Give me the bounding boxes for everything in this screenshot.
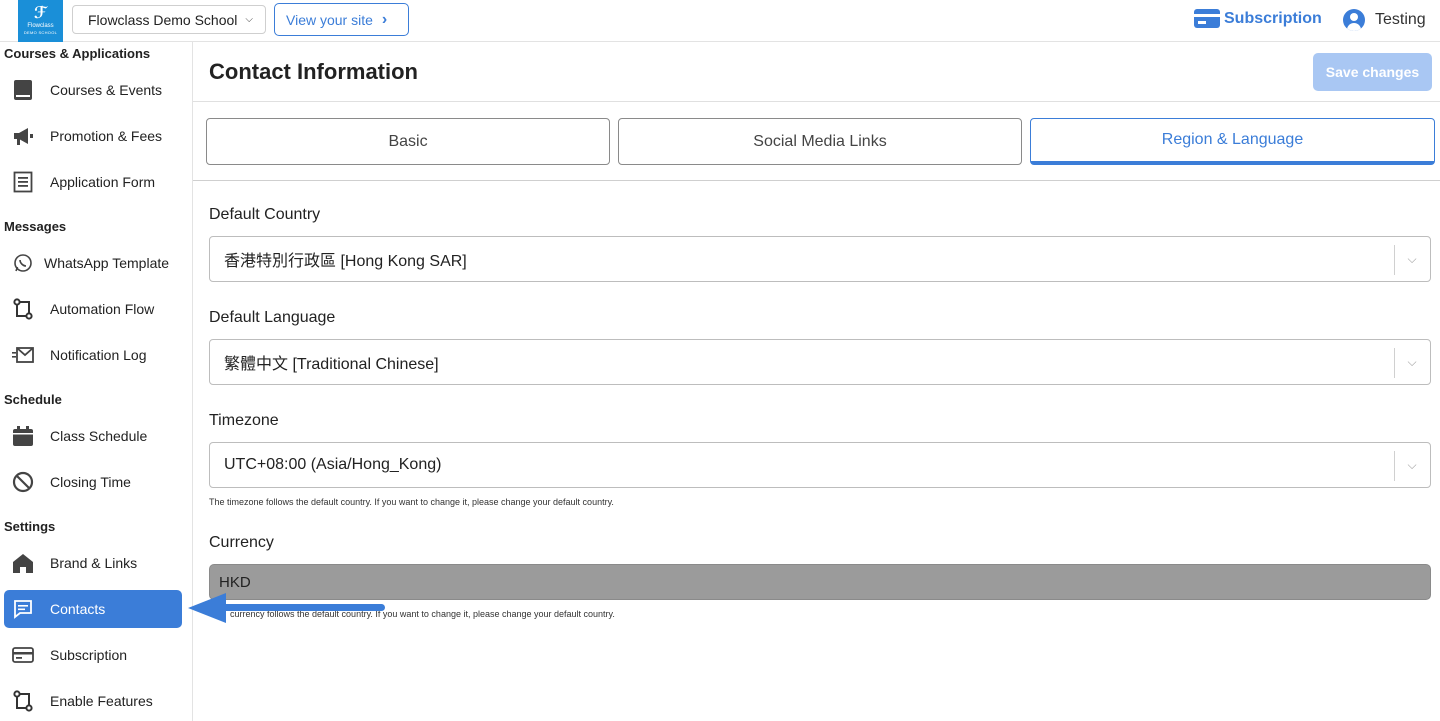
section-messages: Messages	[4, 219, 67, 234]
flow-icon	[11, 689, 35, 713]
currency-label: Currency	[209, 534, 274, 551]
flowclass-logo[interactable]: ℱ Flowclass DEMO SCHOOL	[18, 0, 63, 42]
user-menu[interactable]: Testing	[1343, 9, 1426, 31]
logo-sub: DEMO SCHOOL	[23, 30, 58, 35]
sidebar-item-notification-log[interactable]: Notification Log	[4, 336, 182, 374]
annotation-arrow-icon	[188, 593, 385, 623]
top-bar: ℱ Flowclass DEMO SCHOOL Flowclass Demo S…	[0, 0, 1440, 42]
section-courses: Courses & Applications	[4, 46, 151, 61]
logo-name: Flowclass	[27, 23, 54, 29]
chevron-down-icon: ⌵	[245, 14, 253, 25]
card-icon	[11, 643, 35, 667]
save-changes-button[interactable]: Save changes	[1313, 53, 1432, 91]
default-country-select[interactable]: 香港特別行政區 [Hong Kong SAR] ⌵	[209, 236, 1431, 282]
sidebar-item-whatsapp-template[interactable]: WhatsApp Template	[4, 244, 182, 282]
book-icon	[11, 78, 35, 102]
timezone-label: Timezone	[209, 412, 279, 429]
default-language-value: 繁體中文 [Traditional Chinese]	[224, 356, 439, 373]
tab-basic[interactable]: Basic	[206, 118, 610, 165]
chevron-down-icon[interactable]: ⌵	[1404, 352, 1420, 372]
page-title: Contact Information	[209, 59, 418, 84]
school-name: Flowclass Demo School	[88, 11, 238, 28]
home-icon	[11, 551, 35, 575]
sidebar-item-subscription[interactable]: Subscription	[4, 636, 182, 674]
megaphone-icon	[11, 124, 35, 148]
chevron-down-icon[interactable]: ⌵	[1404, 249, 1420, 269]
user-name: Testing	[1375, 11, 1426, 28]
tab-region-language[interactable]: Region & Language	[1030, 118, 1435, 165]
sidebar-item-class-schedule[interactable]: Class Schedule	[4, 417, 182, 455]
sidebar-item-closing-time[interactable]: Closing Time	[4, 463, 182, 501]
chevron-right-icon: ›	[381, 10, 388, 28]
sidebar-item-automation-flow[interactable]: Automation Flow	[4, 290, 182, 328]
log-icon	[11, 343, 35, 367]
default-language-label: Default Language	[209, 309, 336, 326]
timezone-select[interactable]: UTC+08:00 (Asia/Hong_Kong) ⌵	[209, 442, 1431, 488]
card-icon	[1194, 9, 1220, 28]
timezone-hint: The timezone follows the default country…	[209, 497, 614, 507]
logo-icon: ℱ	[34, 5, 47, 22]
default-language-select[interactable]: 繁體中文 [Traditional Chinese] ⌵	[209, 339, 1431, 385]
tabs-divider	[193, 180, 1440, 181]
chat-icon	[11, 597, 35, 621]
section-settings: Settings	[4, 519, 56, 534]
view-site-button[interactable]: View your site ›	[274, 3, 409, 36]
calendar-icon	[11, 424, 35, 448]
prohibited-icon	[11, 470, 35, 494]
flow-icon	[11, 297, 35, 321]
tab-social-media-links[interactable]: Social Media Links	[618, 118, 1022, 165]
sidebar-item-contacts[interactable]: Contacts	[4, 590, 182, 628]
section-schedule: Schedule	[4, 392, 62, 407]
sidebar: Courses & Applications Courses & Events …	[0, 42, 193, 721]
timezone-value: UTC+08:00 (Asia/Hong_Kong)	[224, 456, 442, 473]
currency-field: HKD	[209, 564, 1431, 600]
default-country-label: Default Country	[209, 206, 321, 223]
divider	[193, 101, 1440, 102]
select-separator	[1394, 348, 1395, 378]
select-separator	[1394, 245, 1395, 275]
sidebar-item-application-form[interactable]: Application Form	[4, 163, 182, 201]
default-country-value: 香港特別行政區 [Hong Kong SAR]	[224, 253, 467, 270]
currency-value: HKD	[219, 573, 251, 591]
subscription-label: Subscription	[1224, 9, 1322, 27]
school-selector[interactable]: Flowclass Demo School ⌵	[72, 5, 266, 34]
select-separator	[1394, 451, 1395, 481]
user-avatar-icon	[1343, 9, 1365, 31]
sidebar-item-courses-events[interactable]: Courses & Events	[4, 71, 182, 109]
sidebar-item-brand-links[interactable]: Brand & Links	[4, 544, 182, 582]
view-site-label: View your site	[286, 11, 373, 28]
subscription-link[interactable]: Subscription	[1194, 9, 1322, 28]
chevron-down-icon[interactable]: ⌵	[1404, 455, 1420, 475]
form-icon	[11, 170, 35, 194]
sidebar-item-promotion-fees[interactable]: Promotion & Fees	[4, 117, 182, 155]
whatsapp-icon	[11, 251, 35, 275]
sidebar-item-enable-features[interactable]: Enable Features	[4, 682, 182, 720]
